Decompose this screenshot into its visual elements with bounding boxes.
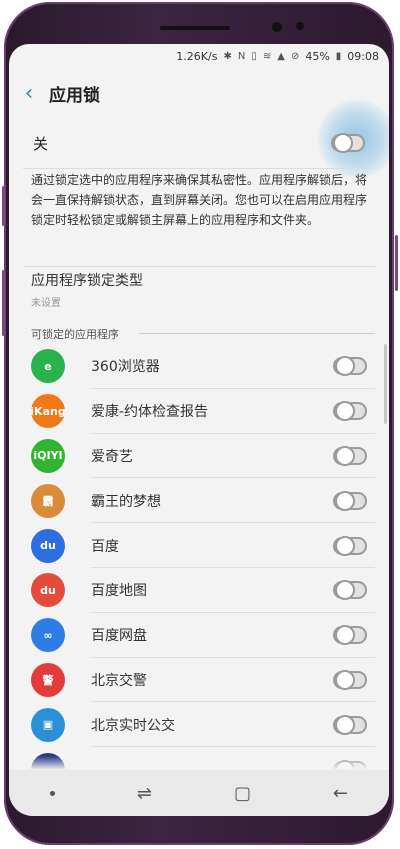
clock: 09:08 [347, 49, 379, 63]
scrollbar[interactable] [384, 344, 387, 424]
master-toggle-row[interactable]: 关 [9, 120, 389, 166]
baidu-netdisk-icon: ∞ [31, 618, 65, 653]
ikang-icon: iKang [31, 394, 65, 429]
iqiyi-icon: iQIYI [31, 438, 65, 473]
list-item[interactable]: ▣ 北京实时公交 [9, 702, 389, 748]
screen: 1.26K/s ✱ N ▯ ≋ ▲ ⊘ 45% ▮ 09:08 ‹ 应用锁 关 … [9, 44, 389, 816]
section-divider [139, 333, 375, 334]
app-lock-toggle[interactable] [333, 714, 367, 735]
app-list: e 360浏览器 iKang 爱康-约体检查报告 iQIYI 爱奇艺霸霸王的梦想 du 百度 d… [9, 344, 389, 792]
master-toggle-label: 关 [33, 134, 49, 153]
toggle-knob [335, 401, 355, 422]
app-name: 爱奇艺 [91, 448, 133, 465]
app-name: 360浏览器 [91, 359, 160, 376]
baidu-map-icon: du [31, 573, 65, 608]
app-lock-toggle[interactable] [333, 490, 367, 511]
back-arrow-icon[interactable]: ← [333, 783, 348, 804]
divider [23, 168, 375, 169]
game-icon: 霸 [31, 483, 65, 518]
list-fade [9, 756, 389, 770]
no-disturb-icon: ⊘ [290, 50, 300, 62]
app-lock-toggle[interactable] [333, 356, 367, 377]
nav-dot-icon[interactable] [49, 790, 55, 796]
beijing-police-icon: 警 [31, 662, 65, 697]
list-item[interactable]: 警 北京交警 [9, 658, 389, 703]
home-icon[interactable]: ▢ [234, 783, 251, 804]
list-item[interactable]: ∞ 百度网盘 [9, 613, 389, 658]
toggle-knob [333, 133, 353, 153]
page-title: 应用锁 [49, 85, 100, 106]
description-text: 通过锁定选中的应用程序来确保其私密性。应用程序解锁后，将会一直保持解锁状态，直到… [31, 173, 368, 227]
toggle-knob [335, 580, 355, 601]
app-lock-toggle[interactable] [333, 535, 367, 556]
toggle-knob [335, 714, 355, 735]
lock-type-value: 未设置 [31, 298, 61, 309]
app-lock-toggle[interactable] [333, 580, 367, 601]
toggle-knob [335, 490, 355, 511]
recent-apps-icon[interactable]: ⇌ [137, 783, 152, 804]
vibrate-icon: ▯ [251, 50, 257, 62]
app-name: 百度地图 [91, 583, 147, 600]
list-item[interactable]: 霸 霸王的梦想 [9, 478, 389, 524]
app-lock-toggle[interactable] [333, 445, 367, 466]
app-lock-toggle[interactable] [333, 669, 367, 690]
list-item[interactable]: du 百度 [9, 523, 389, 568]
toggle-knob [335, 356, 355, 377]
battery-level: 45% [305, 49, 330, 63]
app-name: 北京交警 [91, 672, 147, 689]
lock-type-title: 应用程序锁定类型 [31, 273, 143, 289]
chevron-left-icon[interactable]: ‹ [9, 81, 49, 106]
wifi-icon: ≋ [262, 50, 272, 62]
app-lock-toggle[interactable] [333, 401, 367, 422]
list-item[interactable]: du 百度地图 [9, 568, 389, 613]
sensor [296, 22, 304, 30]
bixby-button [2, 186, 5, 226]
toggle-knob [335, 625, 355, 646]
app-lock-toggle[interactable] [333, 625, 367, 646]
power-button [395, 235, 398, 291]
lock-type-setting[interactable]: 应用程序锁定类型 未设置 [31, 270, 143, 309]
360-browser-icon: e [31, 349, 65, 384]
battery-icon: ▮ [335, 50, 342, 62]
list-item[interactable]: iKang 爱康-约体检查报告 [9, 389, 389, 434]
app-name: 百度网盘 [91, 628, 147, 645]
bluetooth-icon: ✱ [223, 50, 232, 62]
list-item[interactable]: iQIYI 爱奇艺 [9, 434, 389, 479]
toggle-knob [335, 445, 355, 466]
app-name: 北京实时公交 [91, 717, 175, 734]
navigation-bar: ⇌ ▢ ← [9, 770, 389, 816]
list-item[interactable]: e 360浏览器 [9, 344, 389, 389]
beijing-bus-icon: ▣ [31, 707, 65, 742]
app-name: 爱康-约体检查报告 [91, 404, 209, 421]
toggle-knob [335, 669, 355, 690]
status-bar: 1.26K/s ✱ N ▯ ≋ ▲ ⊘ 45% ▮ 09:08 [9, 44, 389, 68]
nfc-icon: N [237, 50, 246, 62]
speaker-grille [160, 26, 230, 30]
net-speed: 1.26K/s [176, 49, 218, 63]
baidu-icon: du [31, 528, 65, 563]
signal-icon: ▲ [277, 50, 285, 62]
app-name: 霸王的梦想 [91, 493, 161, 510]
app-name: 百度 [91, 538, 119, 555]
master-toggle-switch[interactable] [331, 133, 365, 153]
section-title: 可锁定的应用程序 [31, 328, 119, 341]
volume-button [2, 270, 5, 336]
front-camera [272, 22, 282, 32]
divider [23, 266, 375, 267]
toggle-knob [335, 535, 355, 556]
